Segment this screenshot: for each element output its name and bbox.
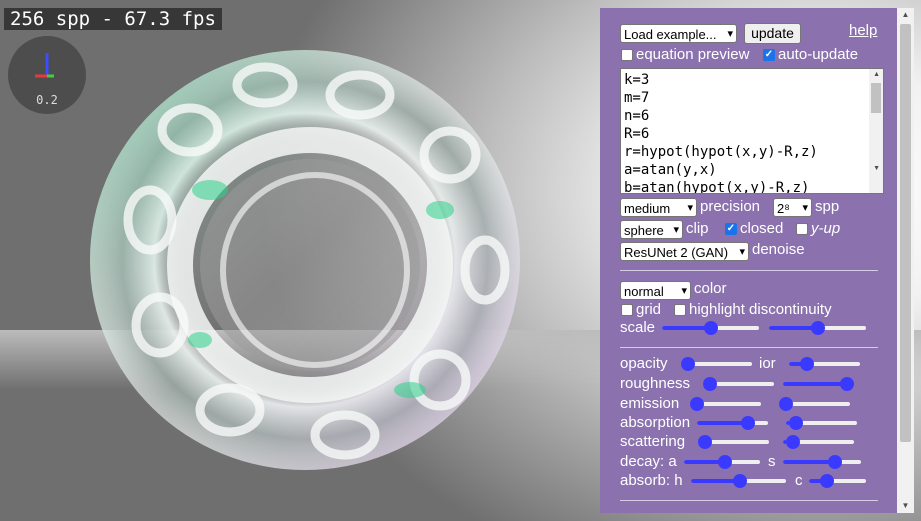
ior-slider[interactable]: [789, 357, 860, 371]
denoise-label: denoise: [752, 241, 805, 258]
auto-update-label: auto-update: [778, 46, 859, 63]
closed-label: closed: [740, 220, 784, 237]
equation-line: r=hypot(hypot(x,y)-R,z): [624, 144, 818, 160]
slider-knob[interactable]: [690, 397, 704, 411]
slider-knob[interactable]: [819, 474, 834, 488]
panel-scrollbar[interactable]: ▲ ▼: [897, 8, 914, 513]
slider-knob[interactable]: [698, 435, 712, 449]
chevron-down-icon: ▾: [739, 246, 745, 258]
chevron-down-icon: ▾: [687, 202, 693, 214]
example-select[interactable]: Load example... ▾: [620, 24, 737, 43]
equation-line: a=atan(y,x): [624, 162, 717, 178]
slider-knob[interactable]: [785, 435, 800, 449]
opacity-slider[interactable]: [681, 357, 752, 371]
update-button[interactable]: update: [744, 23, 801, 44]
scale-slider-a[interactable]: [662, 321, 759, 335]
divider: [620, 270, 878, 271]
scale-label: scale: [620, 319, 656, 336]
rendered-torus-object: [90, 50, 520, 470]
equation-line: b=atan(hypot(x,y)-R,z): [624, 180, 810, 194]
help-link[interactable]: help: [849, 22, 877, 39]
equation-line: n=6: [624, 108, 650, 124]
equation-editor[interactable]: k=3 m=7 n=6 R=6 r=hypot(hypot(x,y)-R,z) a=ata…: [620, 68, 884, 194]
roughness-slider[interactable]: [703, 377, 774, 391]
decay-s-label: s: [768, 453, 776, 470]
equation-line: k=3: [624, 72, 650, 88]
slider-knob[interactable]: [741, 416, 756, 430]
spp-label: spp: [815, 198, 840, 215]
auto-update-checkbox[interactable]: ✓: [763, 49, 775, 61]
absorption-slider[interactable]: [697, 416, 768, 430]
axes-scale-label: 0.2: [36, 93, 58, 107]
absorption-label: absorption: [620, 414, 691, 431]
absorb-h-label: absorb: h: [620, 472, 683, 489]
equation-preview-label: equation preview: [636, 46, 750, 63]
equation-text: k=3 m=7 n=6 R=6 r=hypot(hypot(x,y)-R,z) a=ata…: [624, 71, 818, 194]
slider-knob[interactable]: [703, 377, 717, 391]
scattering-label: scattering: [620, 433, 686, 450]
slider-knob[interactable]: [788, 416, 803, 430]
highlight-discontinuity-checkbox[interactable]: [674, 304, 686, 316]
slider-knob[interactable]: [718, 455, 733, 469]
precision-label: precision: [700, 198, 761, 215]
grid-label: grid: [636, 301, 662, 318]
emission-slider-b[interactable]: [779, 397, 850, 411]
slider-knob[interactable]: [779, 397, 793, 411]
opacity-label: opacity: [620, 355, 668, 372]
decay-s-slider[interactable]: [783, 455, 861, 469]
equation-preview-checkbox[interactable]: [621, 49, 633, 61]
slider-knob[interactable]: [800, 357, 815, 371]
scrollbar-thumb[interactable]: [900, 24, 911, 442]
y-up-checkbox[interactable]: [796, 223, 808, 235]
absorption-slider-b[interactable]: [786, 416, 857, 430]
divider: [620, 347, 878, 348]
grid-checkbox[interactable]: [621, 304, 633, 316]
spp-select[interactable]: 2⁸ ▾: [773, 198, 812, 217]
color-label: color: [694, 280, 727, 297]
axes-gizmo[interactable]: 0.2: [8, 36, 86, 114]
render-stats: 256 spp - 67.3 fps: [4, 8, 222, 30]
ior-label: ior: [759, 355, 776, 372]
precision-select[interactable]: medium ▾: [620, 198, 697, 217]
absorb-h-slider[interactable]: [691, 474, 786, 488]
closed-checkbox[interactable]: ✓: [725, 223, 737, 235]
scroll-down-icon: ▼: [901, 501, 910, 510]
editor-scrollbar[interactable]: ▲ ▼: [869, 69, 883, 193]
denoise-select[interactable]: ResUNet 2 (GAN) ▾: [620, 242, 749, 261]
divider: [620, 500, 878, 501]
absorb-c-label: c: [795, 472, 803, 489]
scale-slider-b[interactable]: [769, 321, 866, 335]
highlight-discontinuity-label: highlight discontinuity: [689, 301, 832, 318]
chevron-down-icon: ▾: [673, 224, 679, 236]
emission-label: emission: [620, 395, 680, 412]
clip-label: clip: [686, 220, 709, 237]
decay-a-label: decay: a: [620, 453, 677, 470]
decay-a-slider[interactable]: [684, 455, 760, 469]
color-select[interactable]: normal ▾: [620, 281, 691, 300]
scattering-slider-b[interactable]: [783, 435, 854, 449]
absorb-c-slider[interactable]: [809, 474, 866, 488]
chevron-down-icon: ▾: [681, 285, 687, 297]
slider-knob[interactable]: [681, 357, 695, 371]
equation-line: R=6: [624, 126, 650, 142]
slider-knob[interactable]: [827, 455, 842, 469]
roughness-slider-b[interactable]: [783, 377, 854, 391]
y-up-label: y-up: [811, 220, 841, 237]
slider-knob[interactable]: [840, 377, 854, 391]
chevron-down-icon: ▾: [727, 28, 733, 40]
emission-slider[interactable]: [690, 397, 761, 411]
slider-knob[interactable]: [733, 474, 748, 488]
scroll-up-icon: ▲: [901, 10, 910, 19]
slider-knob[interactable]: [703, 321, 718, 335]
clip-select[interactable]: sphere ▾: [620, 220, 683, 239]
scattering-slider[interactable]: [698, 435, 769, 449]
slider-knob[interactable]: [810, 321, 825, 335]
roughness-label: roughness: [620, 375, 691, 392]
chevron-down-icon: ▾: [802, 202, 808, 214]
control-panel: Load example... ▾ update help equation pr…: [600, 8, 897, 513]
equation-line: m=7: [624, 90, 650, 106]
